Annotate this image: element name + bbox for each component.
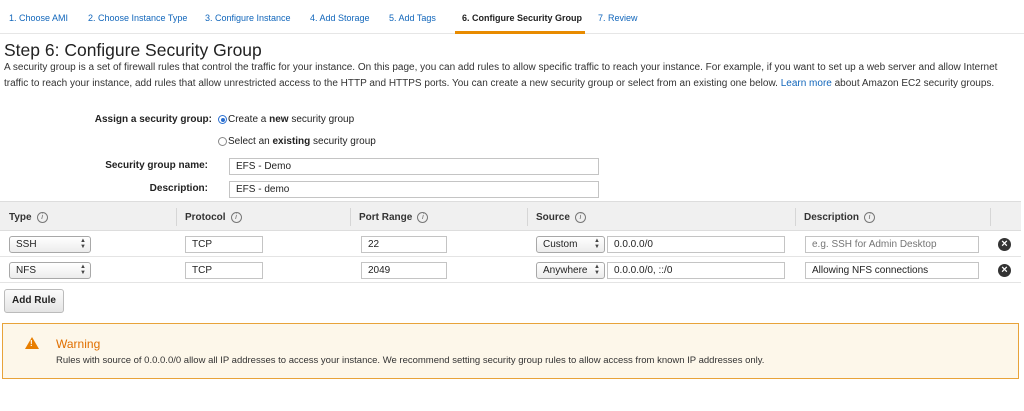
column-divider [795,208,796,226]
select-arrows-icon: ▲ ▼ [80,238,86,250]
source-mode-select[interactable]: Anywhere ▲ ▼ [536,262,605,279]
tab-configure-security-group[interactable]: 6. Configure Security Group [462,13,582,23]
warning-text: Rules with source of 0.0.0.0/0 allow all… [56,355,765,366]
type-select[interactable]: NFS ▲ ▼ [9,262,91,279]
radio-select-existing[interactable]: Select an existing security group [218,136,376,147]
source-cidr-input[interactable] [607,262,785,279]
tab-add-tags[interactable]: 5. Add Tags [389,13,436,23]
security-group-name-label: Security group name: [105,160,208,171]
table-row: SSH▲▼ Custom▲▼ × [0,231,1021,257]
page-intro: A security group is a set of firewall ru… [4,60,1020,92]
description-label: Description: [149,183,208,194]
column-divider [350,208,351,226]
rule-description-input[interactable] [805,236,979,253]
warning-alert: ! Warning Rules with source of 0.0.0.0/0… [2,323,1019,379]
column-divider [176,208,177,226]
radio-select-existing-label: Select an existing security group [228,136,376,147]
select-arrows-icon: ▲ ▼ [80,264,86,276]
tab-choose-instance-type[interactable]: 2. Choose Instance Type [88,13,187,23]
protocol-field [185,262,263,279]
select-arrows-icon: ▲ ▼ [594,264,600,276]
description-input[interactable] [229,181,599,198]
header-type: Type i [9,212,48,223]
tab-add-storage[interactable]: 4. Add Storage [310,13,370,23]
warning-triangle-icon: ! [25,337,39,349]
type-select[interactable]: SSH ▲ ▼ [9,236,91,253]
add-rule-button[interactable]: Add Rule [4,289,64,313]
info-icon[interactable]: i [230,212,242,223]
active-tab-indicator [455,31,585,34]
learn-more-link[interactable]: Learn more [781,78,832,89]
close-circle-icon[interactable]: × [998,238,1011,251]
tab-configure-instance[interactable]: 3. Configure Instance [205,13,291,23]
protocol-field [185,236,263,253]
column-divider [527,208,528,226]
radio-create-new[interactable]: Create a new security group [218,114,354,125]
info-icon[interactable]: i [36,212,48,223]
radio-create-new-button[interactable] [218,115,227,124]
port-range-field[interactable] [361,236,447,253]
radio-select-existing-button[interactable] [218,137,227,146]
info-icon[interactable]: i [417,212,429,223]
header-protocol: Protocol i [185,212,242,223]
rules-table-header: Type i Protocol i Port Range i Source i Desc… [0,201,1021,231]
port-range-field[interactable] [361,262,447,279]
select-arrows-icon: ▲ ▼ [594,238,600,250]
column-divider [990,208,991,226]
tab-choose-ami[interactable]: 1. Choose AMI [9,13,68,23]
info-icon[interactable]: i [574,212,586,223]
header-port-range: Port Range i [359,212,429,223]
table-row: NFS▲▼ Anywhere▲▼ × [0,257,1021,283]
assign-security-group-label: Assign a security group: [94,114,212,125]
page-title: Step 6: Configure Security Group [4,40,262,60]
header-description: Description i [804,212,876,223]
intro-suffix: about Amazon EC2 security groups. [834,78,995,89]
security-group-name-input[interactable] [229,158,599,175]
tab-review[interactable]: 7. Review [598,13,638,23]
radio-create-new-label: Create a new security group [228,114,355,125]
source-mode-select[interactable]: Custom ▲ ▼ [536,236,605,253]
wizard-tabs: 1. Choose AMI 2. Choose Instance Type 3.… [0,0,1024,34]
warning-title: Warning [56,337,101,351]
rule-description-input[interactable] [805,262,979,279]
info-icon[interactable]: i [864,212,876,223]
source-cidr-input[interactable] [607,236,785,253]
header-source: Source i [536,212,586,223]
close-circle-icon[interactable]: × [998,264,1011,277]
